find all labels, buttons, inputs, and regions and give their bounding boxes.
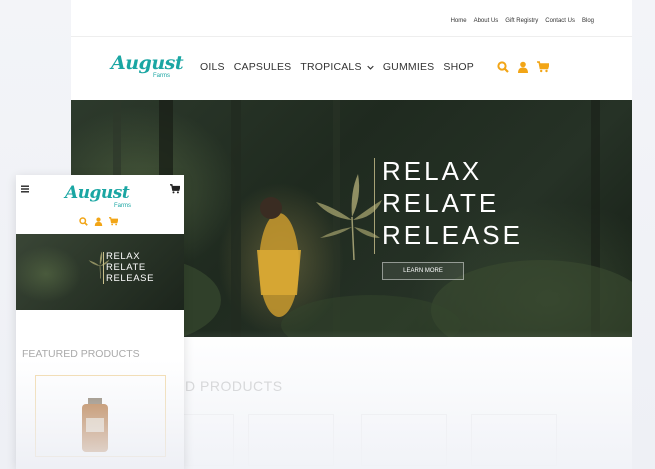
mobile-logo-wordmark: August [65,183,130,203]
utility-link-gift-registry[interactable]: Gift Registry [505,18,538,24]
site-logo[interactable]: August Farms [111,52,184,84]
mobile-logo-subtitle: Farms [114,203,131,209]
hero-line-relate: RELATE [382,188,500,218]
hero-headline: RELAX RELATE RELEASE [382,155,523,251]
mobile-hero-line-release: RELEASE [106,273,155,284]
product-card[interactable] [471,414,557,466]
mobile-hero-divider [103,252,104,284]
mobile-hero-line-relax: RELAX [106,251,141,262]
cart-icon[interactable] [109,217,118,226]
mobile-featured-heading: FEATURED PRODUCTS [22,348,140,360]
utility-nav: Home About Us Gift Registry Contact Us B… [451,18,594,24]
mobile-header: August Farms [16,175,184,234]
cart-icon[interactable] [170,184,180,194]
user-icon[interactable] [517,61,529,73]
cart-icon[interactable] [537,61,549,73]
product-card[interactable] [361,414,447,466]
menu-icon[interactable] [20,184,30,194]
mobile-logo[interactable]: August Farms [65,183,135,211]
utility-divider [71,36,632,37]
nav-item-shop[interactable]: SHOP [443,61,474,73]
logo-subtitle: Farms [153,73,170,79]
header-icons [497,61,549,73]
hero-line-release: RELEASE [382,220,523,250]
chevron-down-icon [367,65,374,70]
search-icon[interactable] [79,217,88,226]
mobile-header-icons [79,217,118,226]
utility-link-blog[interactable]: Blog [582,18,594,24]
nav-item-tropicals[interactable]: TROPICALS [300,61,374,73]
utility-link-about[interactable]: About Us [474,18,499,24]
learn-more-label: LEARN MORE [403,268,443,274]
featured-products-heading: D PRODUCTS [185,378,283,394]
nav-item-oils[interactable]: OILS [200,61,225,73]
main-nav: OILS CAPSULES TROPICALS GUMMIES SHOP [200,61,474,73]
mobile-page: August Farms RELAX RELATE RELEASE FEATUR… [16,175,184,469]
utility-link-home[interactable]: Home [451,18,467,24]
mobile-bottom-fade [16,360,184,469]
nav-item-tropicals-label: TROPICALS [300,61,362,73]
product-card[interactable] [248,414,334,466]
search-icon[interactable] [497,61,509,73]
hero-divider [374,158,375,254]
mobile-hero-line-relate: RELATE [106,262,146,273]
mobile-hero-banner: RELAX RELATE RELEASE [16,234,184,310]
nav-item-capsules[interactable]: CAPSULES [234,61,292,73]
user-icon[interactable] [94,217,103,226]
mobile-hero-headline: RELAX RELATE RELEASE [106,251,154,284]
logo-wordmark: August [111,52,184,74]
utility-link-contact[interactable]: Contact Us [545,18,575,24]
nav-item-gummies[interactable]: GUMMIES [383,61,435,73]
learn-more-button[interactable]: LEARN MORE [382,262,464,280]
hero-line-relax: RELAX [382,156,483,186]
